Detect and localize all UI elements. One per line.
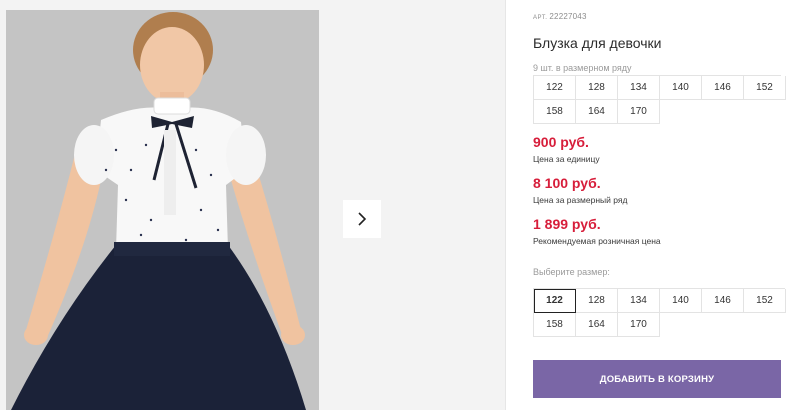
row-price: 8 100 руб. <box>533 175 601 191</box>
product-photo <box>6 10 319 410</box>
size-row-cell: 140 <box>660 76 702 100</box>
choose-size-label: Выберите размер: <box>533 267 610 277</box>
row-price-caption: Цена за размерный ряд <box>533 195 628 205</box>
size-option-134[interactable]: 134 <box>618 289 660 313</box>
size-row-grid: 122 128 134 140 146 152 158 164 170 <box>533 75 786 124</box>
size-option-128[interactable]: 128 <box>576 289 618 313</box>
size-row-cell: 134 <box>618 76 660 100</box>
size-selector: 122 128 134 140 146 152 158 164 170 <box>533 288 786 337</box>
size-option-158[interactable]: 158 <box>534 313 576 337</box>
size-row-cell: 158 <box>534 100 576 124</box>
size-row-cell: 128 <box>576 76 618 100</box>
product-photo-illustration <box>6 10 319 410</box>
divider <box>505 0 506 410</box>
size-row-cell: 170 <box>618 100 660 124</box>
size-option-146[interactable]: 146 <box>702 289 744 313</box>
size-row-cell: 122 <box>534 76 576 100</box>
retail-price-caption: Рекомендуемая розничная цена <box>533 236 661 246</box>
size-option-170[interactable]: 170 <box>618 313 660 337</box>
size-option-140[interactable]: 140 <box>660 289 702 313</box>
product-info: АРТ. 22227043 Блузка для девочки 9 шт. в … <box>533 0 786 410</box>
retail-price: 1 899 руб. <box>533 216 601 232</box>
size-row-cell: 146 <box>702 76 744 100</box>
chevron-right-icon <box>358 212 367 226</box>
size-row-cell: 152 <box>744 76 786 100</box>
size-row-caption: 9 шт. в размерном ряду <box>533 63 632 73</box>
article-label: АРТ. <box>533 15 548 21</box>
article-number: АРТ. 22227043 <box>533 12 587 21</box>
unit-price-caption: Цена за единицу <box>533 154 600 164</box>
size-option-164[interactable]: 164 <box>576 313 618 337</box>
gallery-next-button[interactable] <box>343 200 381 238</box>
product-gallery <box>0 0 505 410</box>
size-option-152[interactable]: 152 <box>744 289 786 313</box>
product-title: Блузка для девочки <box>533 35 662 51</box>
size-row-cell: 164 <box>576 100 618 124</box>
article-value: 22227043 <box>549 12 587 21</box>
unit-price: 900 руб. <box>533 134 589 150</box>
size-option-122[interactable]: 122 <box>534 289 576 313</box>
add-to-cart-button[interactable]: ДОБАВИТЬ В КОРЗИНУ <box>533 360 781 398</box>
